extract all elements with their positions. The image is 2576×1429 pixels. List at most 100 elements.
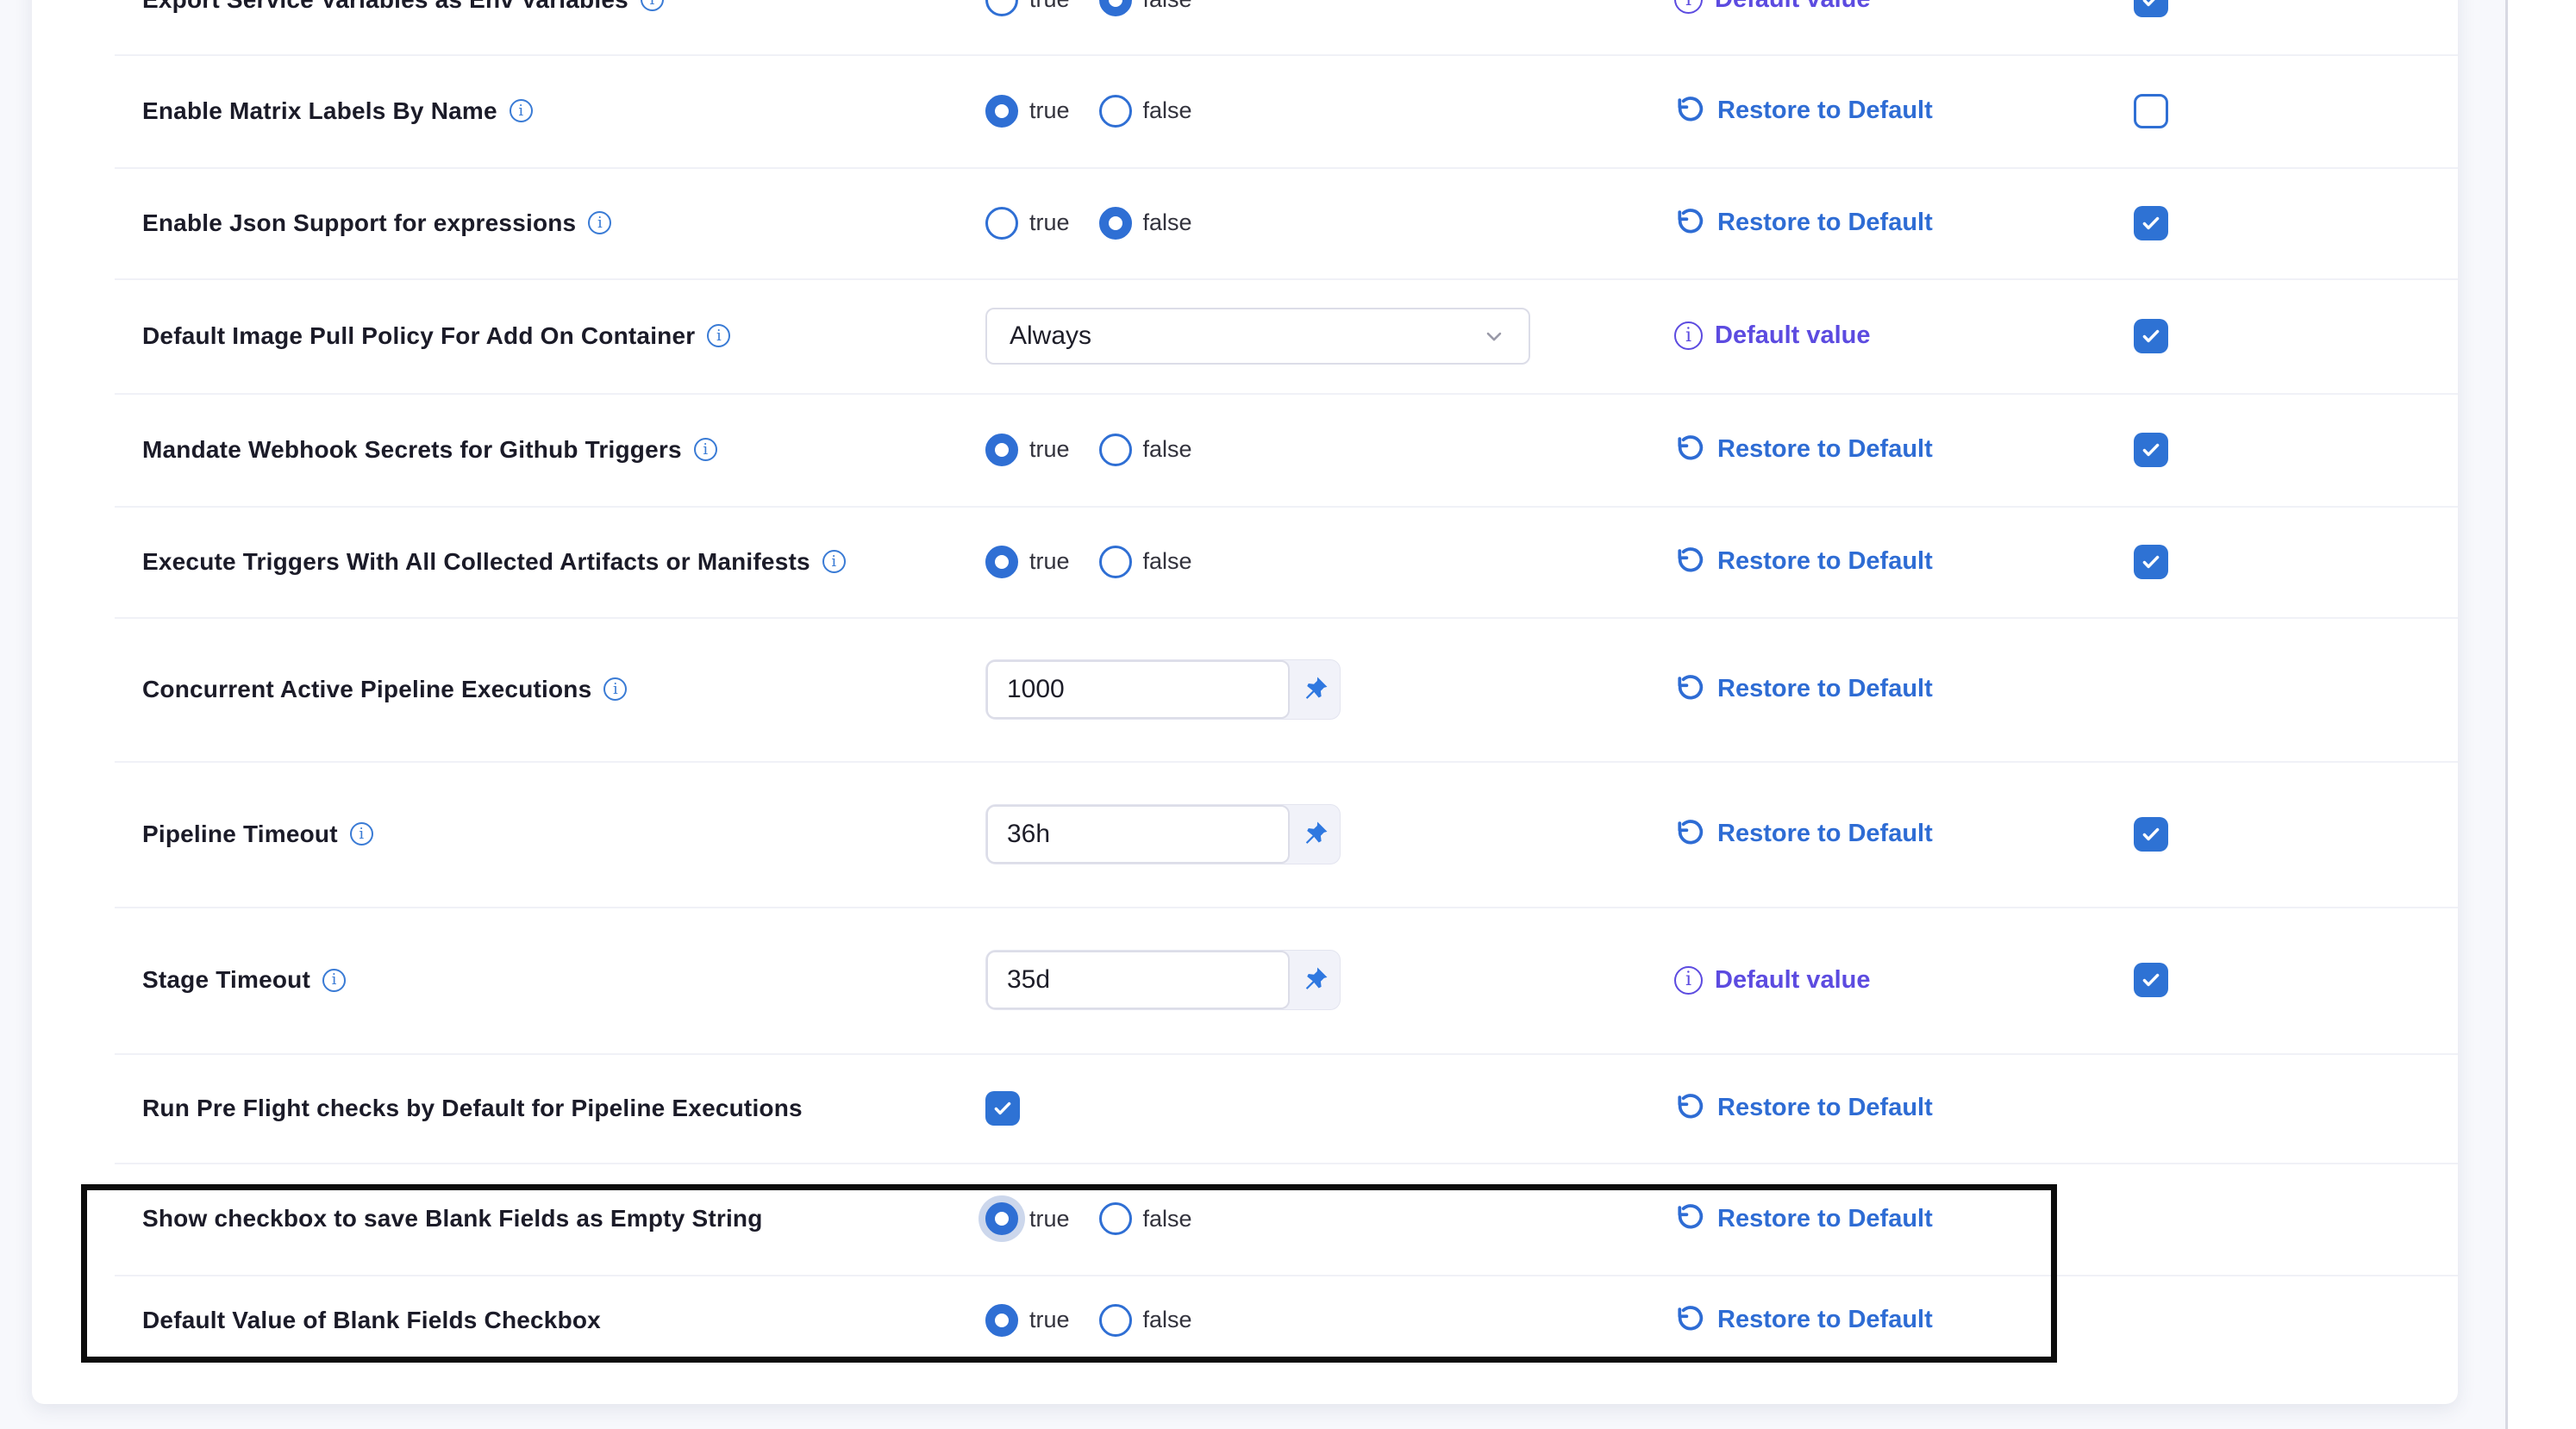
value-input[interactable]: 1000 — [986, 660, 1290, 719]
action-label: Restore to Default — [1717, 547, 1933, 576]
default-value-link[interactable]: iDefault value — [1674, 321, 2134, 350]
radio-option-false: false — [1099, 207, 1192, 240]
settings-row: Default Value of Blank Fields Checkboxtr… — [32, 1275, 2458, 1365]
radio-false[interactable] — [1099, 0, 1132, 16]
setting-control-cell: truefalse — [985, 1202, 1674, 1235]
setting-control-cell: Always — [985, 308, 1674, 365]
override-checkbox[interactable] — [2134, 433, 2168, 467]
value-input[interactable]: 36h — [986, 805, 1290, 864]
radio-label-true: true — [1029, 0, 1070, 13]
override-checkbox[interactable] — [2134, 545, 2168, 579]
setting-label-cell: Concurrent Active Pipeline Executionsi — [32, 676, 985, 703]
restore-to-default-link[interactable]: Restore to Default — [1674, 96, 2134, 127]
restore-to-default-link[interactable]: Restore to Default — [1674, 1305, 2134, 1336]
setting-control-cell: truefalse — [985, 95, 1674, 128]
pinned-input: 35d — [985, 950, 1341, 1010]
default-value-link[interactable]: iDefault value — [1674, 966, 2134, 995]
override-checkbox-cell — [2134, 319, 2458, 353]
radio-false[interactable] — [1099, 546, 1132, 578]
info-circle-icon: i — [1674, 321, 1703, 350]
default-value-link[interactable]: i Default value — [1674, 0, 2134, 14]
radio-false[interactable] — [1099, 1202, 1132, 1235]
restore-to-default-link[interactable]: Restore to Default — [1674, 208, 2134, 239]
override-checkbox[interactable] — [2134, 817, 2168, 852]
radio-option-true: true — [985, 546, 1070, 578]
restore-icon — [1674, 96, 1705, 127]
override-checkbox-cell — [2134, 0, 2458, 17]
value-input[interactable]: 35d — [986, 951, 1290, 1009]
pinned-input: 36h — [985, 804, 1341, 864]
settings-row: Mandate Webhook Secrets for Github Trigg… — [32, 393, 2458, 506]
radio-true[interactable] — [985, 0, 1018, 16]
true-false-radio-group: true false — [985, 0, 1222, 16]
info-icon[interactable]: i — [641, 0, 664, 11]
override-checkbox[interactable] — [2134, 206, 2168, 240]
radio-label-true: true — [1029, 436, 1070, 463]
setting-label: Stage Timeout — [142, 966, 310, 994]
pin-icon[interactable] — [1290, 805, 1340, 864]
info-icon[interactable]: i — [603, 677, 627, 701]
info-icon[interactable]: i — [322, 969, 346, 992]
radio-false[interactable] — [1099, 434, 1132, 466]
radio-option-true: true — [985, 0, 1070, 16]
restore-to-default-link[interactable]: Restore to Default — [1674, 1203, 2134, 1234]
settings-rows: Export Service Variables as Env Variable… — [32, 0, 2458, 1365]
radio-true[interactable] — [985, 1202, 1018, 1235]
radio-option-true: true — [985, 434, 1070, 466]
override-checkbox-cell — [2134, 433, 2458, 467]
radio-label-false: false — [1143, 0, 1192, 13]
setting-label-cell: Default Value of Blank Fields Checkbox — [32, 1307, 985, 1334]
info-circle-icon: i — [1674, 0, 1703, 14]
radio-true[interactable] — [985, 546, 1018, 578]
settings-row: Run Pre Flight checks by Default for Pip… — [32, 1053, 2458, 1163]
restore-to-default-link[interactable]: Restore to Default — [1674, 819, 2134, 850]
pin-icon[interactable] — [1290, 660, 1340, 719]
true-false-radio-group: truefalse — [985, 95, 1222, 128]
radio-option-false: false — [1099, 434, 1192, 466]
restore-to-default-link[interactable]: Restore to Default — [1674, 1093, 2134, 1124]
setting-label-cell: Export Service Variables as Env Variable… — [32, 0, 985, 14]
override-checkbox-cell — [2134, 963, 2458, 997]
radio-true[interactable] — [985, 95, 1018, 128]
radio-false[interactable] — [1099, 1304, 1132, 1337]
override-checkbox[interactable] — [2134, 0, 2168, 17]
setting-label-cell: Default Image Pull Policy For Add On Con… — [32, 322, 985, 350]
setting-label-cell: Enable Json Support for expressionsi — [32, 209, 985, 237]
radio-true[interactable] — [985, 207, 1018, 240]
true-false-radio-group: truefalse — [985, 546, 1222, 578]
info-icon[interactable]: i — [588, 211, 611, 234]
info-icon[interactable]: i — [694, 438, 717, 461]
restore-icon — [1674, 1305, 1705, 1336]
restore-to-default-link[interactable]: Restore to Default — [1674, 434, 2134, 465]
radio-option-false: false — [1099, 1202, 1192, 1235]
override-checkbox[interactable] — [2134, 319, 2168, 353]
pull-policy-select[interactable]: Always — [985, 308, 1530, 365]
setting-checkbox[interactable] — [985, 1091, 1020, 1126]
settings-row: Show checkbox to save Blank Fields as Em… — [32, 1163, 2458, 1275]
settings-row: Stage Timeout i 35d iDefault value — [32, 907, 2458, 1053]
radio-true[interactable] — [985, 434, 1018, 466]
info-icon[interactable]: i — [510, 99, 533, 122]
radio-false[interactable] — [1099, 207, 1132, 240]
setting-label: Pipeline Timeout — [142, 821, 338, 848]
action-label: Restore to Default — [1717, 97, 1933, 125]
info-icon[interactable]: i — [707, 324, 730, 347]
settings-row: Enable Matrix Labels By Nameitruefalse Re… — [32, 54, 2458, 167]
override-checkbox[interactable] — [2134, 94, 2168, 128]
radio-true[interactable] — [985, 1304, 1018, 1337]
setting-control-cell: truefalse — [985, 546, 1674, 578]
override-checkbox[interactable] — [2134, 963, 2168, 997]
pin-icon[interactable] — [1290, 951, 1340, 1009]
restore-to-default-link[interactable]: Restore to Default — [1674, 674, 2134, 705]
override-checkbox-cell — [2134, 206, 2458, 240]
restore-to-default-link[interactable]: Restore to Default — [1674, 546, 2134, 577]
action-label: Default value — [1715, 0, 1871, 14]
info-icon[interactable]: i — [822, 550, 846, 573]
radio-label-true: true — [1029, 209, 1070, 236]
input-value: 36h — [1007, 820, 1050, 849]
info-icon[interactable]: i — [350, 822, 373, 846]
setting-control-cell: true false — [985, 0, 1674, 16]
setting-label-cell: Enable Matrix Labels By Namei — [32, 97, 985, 125]
radio-label-true: true — [1029, 97, 1070, 124]
radio-false[interactable] — [1099, 95, 1132, 128]
